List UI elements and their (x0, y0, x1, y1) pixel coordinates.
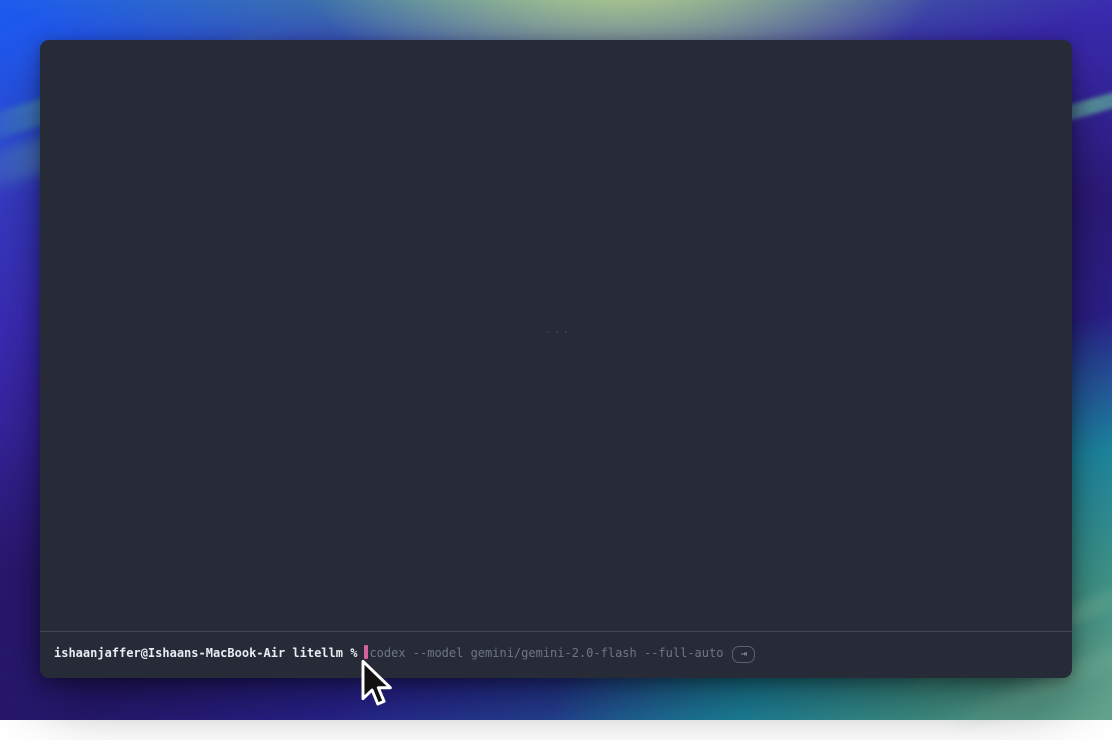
tab-accept-hint[interactable]: ⇥ (732, 646, 755, 663)
terminal-prompt-line[interactable]: ishaanjaffer@Ishaans-MacBook-Air litellm… (54, 645, 1062, 663)
mouse-pointer-icon (361, 660, 393, 708)
terminal-ellipsis: ... (544, 322, 572, 336)
shell-prompt: ishaanjaffer@Ishaans-MacBook-Air litellm… (54, 646, 357, 660)
terminal-divider (40, 631, 1072, 632)
autosuggestion-text: codex --model gemini/gemini-2.0-flash --… (369, 646, 723, 660)
text-cursor (364, 645, 368, 659)
terminal-window[interactable]: ... ishaanjaffer@Ishaans-MacBook-Air lit… (40, 40, 1072, 678)
